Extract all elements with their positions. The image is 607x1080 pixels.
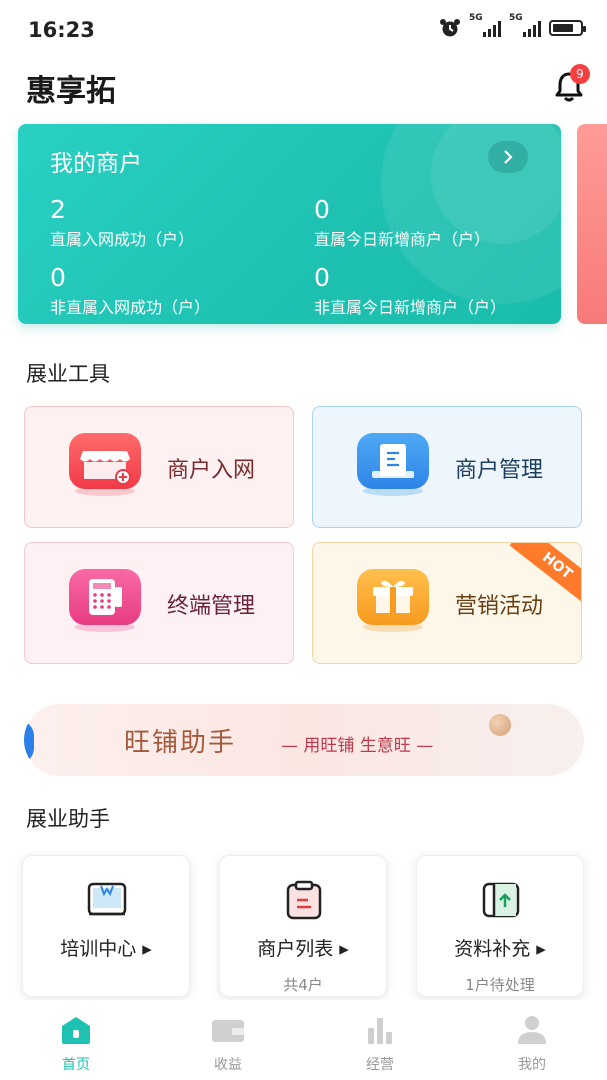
merchant-list-card[interactable]: 商户列表 ▸ 共4户: [219, 855, 387, 997]
signal-strength-1-icon: 5G: [469, 13, 501, 37]
my-merchants-card[interactable]: 我的商户 2 直属入网成功（户） 0 直属今日新增商户（户） 0 非直属入网成功…: [18, 124, 561, 324]
tab-earnings[interactable]: 收益: [152, 1000, 304, 1080]
info-supplement-card[interactable]: 资料补充 ▸ 1户待处理: [416, 855, 584, 997]
next-carousel-card[interactable]: [577, 124, 607, 324]
clipboard-icon: [286, 880, 322, 920]
banner-main-text: 旺铺助手: [124, 728, 237, 758]
banner-sub-text: — 用旺铺 生意旺 —: [281, 736, 434, 756]
info-supplement-label: 资料补充 ▸: [454, 938, 546, 960]
banner-decoration: [489, 714, 511, 736]
training-center-label: 培训中心 ▸: [60, 938, 152, 960]
upload-doc-icon: [482, 882, 520, 918]
status-bar: 16:23 5G 5G: [0, 0, 607, 60]
bar-chart-icon: [368, 1018, 392, 1044]
tool-marketing-activity[interactable]: 营销活动 HOT: [312, 542, 582, 664]
tool-terminal-management[interactable]: 终端管理: [24, 542, 294, 664]
chevron-right-icon: [504, 150, 513, 164]
tools-section-title: 展业工具: [26, 362, 110, 386]
tab-mine[interactable]: 我的: [456, 1000, 607, 1080]
merchant-list-count: 共4户: [283, 976, 323, 994]
wallet-icon: [212, 1020, 244, 1042]
alarm-icon: [440, 19, 460, 37]
notification-badge: 9: [570, 64, 590, 84]
tab-operations[interactable]: 经营: [304, 1000, 456, 1080]
gift-icon: [357, 569, 429, 632]
stat-direct-today-new: 0 直属今日新增商户（户）: [314, 195, 491, 250]
stat-indirect-today-new: 0 非直属今日新增商户（户）: [314, 263, 507, 318]
pos-terminal-icon: [69, 569, 141, 632]
training-center-card[interactable]: 培训中心 ▸: [22, 855, 190, 997]
status-time: 16:23: [28, 18, 95, 42]
my-merchants-title: 我的商户: [50, 151, 142, 177]
wangpu-assistant-banner[interactable]: 旺铺助手 — 用旺铺 生意旺 —: [24, 704, 584, 776]
tool-merchant-onboarding-label: 商户入网: [167, 458, 256, 483]
tool-merchant-onboarding[interactable]: 商户入网: [24, 406, 294, 528]
user-icon: [518, 1016, 546, 1044]
tool-merchant-management-label: 商户管理: [455, 458, 544, 483]
battery-icon: [549, 20, 586, 36]
my-merchants-arrow-button[interactable]: [488, 141, 528, 173]
assistant-section-title: 展业助手: [26, 807, 110, 831]
merchant-list-label: 商户列表 ▸: [257, 938, 349, 960]
info-supplement-pending: 1户待处理: [465, 976, 535, 994]
stat-direct-success: 2 直属入网成功（户）: [50, 195, 195, 250]
tool-merchant-management[interactable]: 商户管理: [312, 406, 582, 528]
home-icon: [62, 1017, 90, 1044]
bottom-tab-bar: 首页 收益 经营 我的: [0, 1000, 607, 1080]
book-icon: [87, 882, 127, 916]
tool-marketing-activity-label: 营销活动: [455, 594, 544, 619]
document-icon: [357, 433, 429, 496]
tab-home[interactable]: 首页: [0, 1000, 152, 1080]
status-icons: 5G 5G: [439, 13, 586, 38]
storefront-icon: [69, 433, 141, 496]
tool-terminal-management-label: 终端管理: [167, 594, 256, 619]
stat-indirect-success: 0 非直属入网成功（户）: [50, 263, 211, 318]
app-title: 惠享拓: [26, 74, 116, 109]
signal-strength-2-icon: 5G: [509, 13, 541, 37]
